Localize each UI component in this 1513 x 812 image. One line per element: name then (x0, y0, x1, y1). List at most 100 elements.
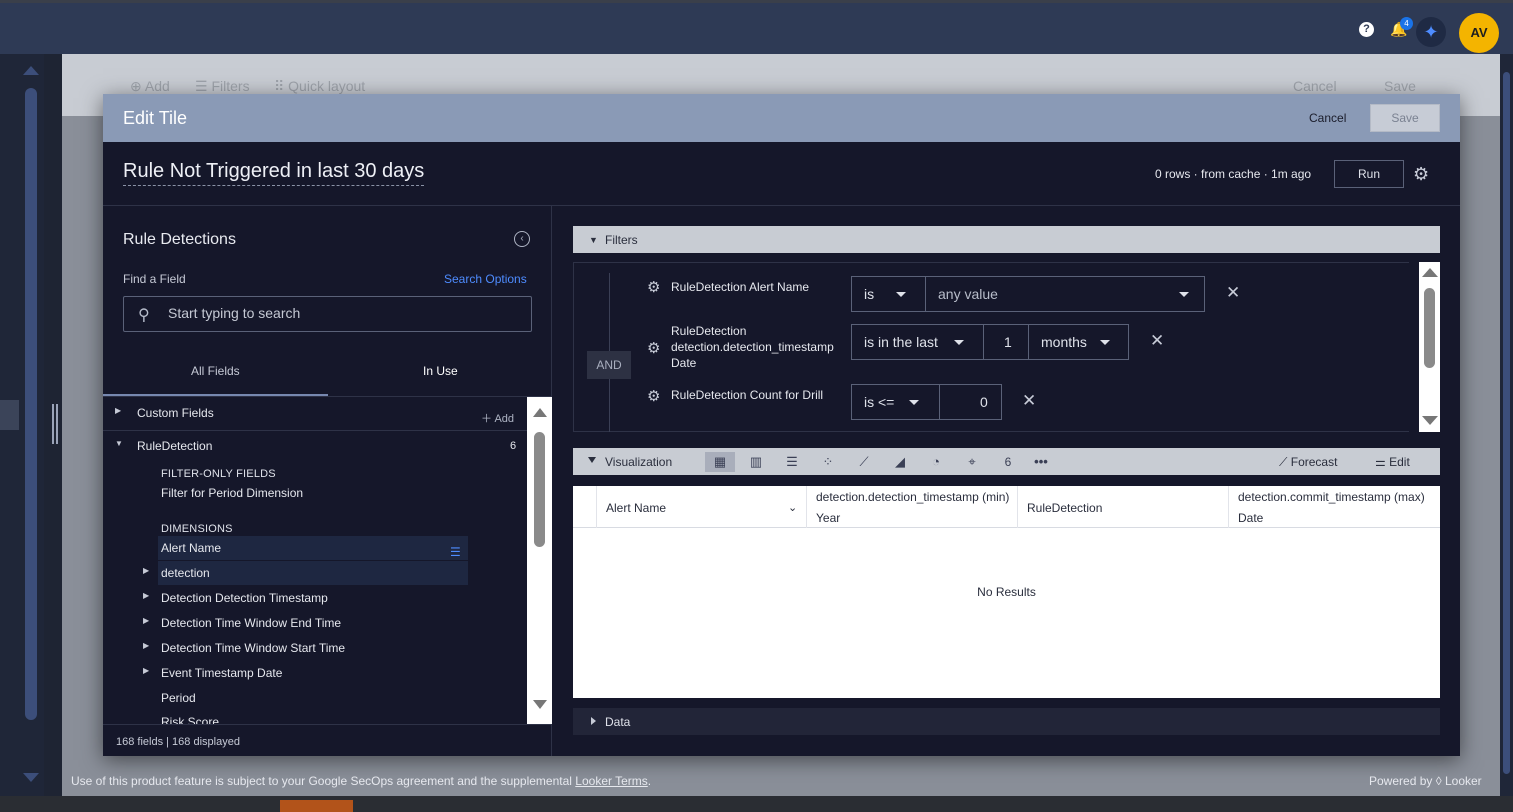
tab-in-use[interactable]: In Use (423, 364, 458, 378)
chevron-down-icon[interactable]: ⌄ (788, 501, 797, 514)
single-value-icon[interactable]: 6 (993, 452, 1023, 472)
scroll-up-arrow[interactable] (1422, 268, 1438, 277)
field-item[interactable]: ▶ Detection Time Window End Time (103, 611, 527, 635)
operator-select[interactable]: is in the last (851, 324, 984, 360)
run-button[interactable]: Run (1334, 160, 1404, 188)
scroll-down-arrow[interactable] (1422, 416, 1438, 425)
edit-visualization-button[interactable]: ⚌ Edit (1375, 455, 1410, 469)
column-header-commit-timestamp[interactable]: detection.commit_timestamp (max) Date (1228, 486, 1440, 528)
scatter-chart-icon[interactable]: ⁘ (813, 452, 843, 472)
amount-input[interactable]: 1 (983, 324, 1029, 360)
field-item[interactable]: ▶ Event Timestamp Date (103, 661, 527, 685)
gear-icon[interactable]: ⚙ (1413, 164, 1429, 185)
filters-scrollbar[interactable] (1419, 262, 1440, 432)
close-icon[interactable]: ✕ (1150, 331, 1164, 351)
scroll-up-arrow[interactable] (23, 66, 39, 75)
data-section-header[interactable]: Data (573, 708, 1440, 735)
forecast-button[interactable]: ⟋ Forecast (1279, 455, 1337, 470)
field-item[interactable]: Alert Name (103, 536, 527, 560)
looker-terms-link[interactable]: Looker Terms (575, 774, 647, 788)
resize-handle[interactable] (52, 404, 58, 444)
filters-section-header[interactable]: ▼ Filters (573, 226, 1440, 253)
gear-icon[interactable]: ⚙ (647, 278, 660, 296)
taskbar-strip (0, 796, 1513, 812)
help-icon[interactable]: ? (1359, 22, 1374, 37)
scroll-down-arrow[interactable] (23, 773, 39, 782)
and-operator[interactable]: AND (587, 351, 631, 379)
view-group-ruledetection[interactable]: ▼ RuleDetection 6 (103, 434, 527, 458)
close-icon[interactable]: ✕ (1022, 391, 1036, 411)
visualization-section-header[interactable]: Visualization ▦ ▥ ☰ ⁘ ⟋ ◢ ◔ ⌖ 6 ••• ⟋ Fo… (573, 448, 1440, 475)
close-icon[interactable]: ✕ (1226, 283, 1240, 303)
field-label: Period (161, 691, 196, 705)
filters-label: Filters (605, 233, 638, 247)
scroll-thumb[interactable] (1424, 288, 1435, 368)
value-input[interactable]: 0 (939, 384, 1002, 420)
search-input[interactable] (168, 305, 518, 321)
field-item[interactable]: ▶ Detection Time Window Start Time (103, 636, 527, 660)
field-item[interactable]: Filter for Period Dimension (103, 481, 527, 505)
bell-icon[interactable]: 🔔 4 (1390, 17, 1413, 39)
left-nav-selected-item[interactable] (0, 400, 19, 430)
table-icon[interactable]: ▦ (705, 452, 735, 472)
field-search: ⚲ (123, 296, 532, 332)
column-header-ruledetection[interactable]: RuleDetection (1017, 486, 1228, 528)
chevron-right-icon: ▶ (143, 591, 150, 600)
gear-icon[interactable]: ⚙ (647, 387, 660, 405)
field-item[interactable]: Risk Score (103, 710, 527, 724)
operator-select[interactable]: is (851, 276, 926, 312)
explore-title: Rule Detections (123, 231, 236, 248)
notification-badge: 4 (1400, 17, 1413, 30)
line-chart-icon[interactable]: ⟋ (849, 452, 879, 472)
dashboard-cancel-button[interactable]: Cancel (1293, 78, 1337, 94)
operator-select[interactable]: is <= (851, 384, 940, 420)
in-use-count: 6 (510, 440, 517, 452)
column-header-alert-name[interactable]: Alert Name ⌄ (596, 486, 806, 528)
pie-chart-icon[interactable]: ◔ (921, 452, 951, 472)
add-tile-button[interactable]: ⊕ Add (130, 78, 170, 95)
search-options-link[interactable]: Search Options (444, 272, 527, 286)
right-scroll-thumb[interactable] (1503, 72, 1510, 774)
avatar[interactable]: AV (1459, 13, 1499, 53)
unit-select[interactable]: months (1028, 324, 1129, 360)
tile-title-input[interactable]: Rule Not Triggered in last 30 days (123, 160, 425, 186)
more-icon[interactable]: ••• (1026, 452, 1056, 472)
gear-icon[interactable]: ⚙ (647, 339, 660, 357)
column-title: detection.detection_timestamp (min) (816, 490, 1010, 504)
collapse-icon[interactable]: ‹ (514, 231, 530, 247)
quick-layout-button[interactable]: ⠿ Quick layout (274, 78, 365, 95)
column-header-detection-timestamp[interactable]: detection.detection_timestamp (min) Year (806, 486, 1017, 528)
value-select[interactable]: any value (925, 276, 1205, 312)
filter-icon[interactable]: ☰ (450, 545, 461, 559)
add-custom-field-button[interactable]: ＋ Add (481, 410, 514, 426)
map-pin-icon[interactable]: ⌖ (957, 452, 987, 472)
scroll-up-arrow[interactable] (533, 408, 547, 417)
field-item[interactable]: ▶ Detection Detection Timestamp (103, 586, 527, 610)
bar-chart-icon[interactable]: ☰ (777, 452, 807, 472)
scroll-thumb[interactable] (534, 432, 545, 547)
save-button[interactable]: Save (1370, 104, 1440, 132)
edit-label: Edit (1389, 455, 1410, 469)
custom-fields-group[interactable]: ▶ Custom Fields ＋ Add (103, 401, 527, 425)
taskbar-item[interactable] (280, 800, 353, 812)
sparkle-icon[interactable]: ✦ (1416, 17, 1446, 47)
search-icon: ⚲ (138, 307, 150, 324)
field-tree-scrollbar[interactable] (527, 397, 552, 724)
chevron-down-icon: ▼ (115, 439, 123, 448)
area-chart-icon[interactable]: ◢ (885, 452, 915, 472)
dashboard-filters-button[interactable]: ☰ Filters (195, 78, 250, 95)
cancel-button[interactable]: Cancel (1309, 111, 1346, 125)
filter-name-line: detection.detection_timestamp (671, 340, 834, 354)
field-label: Detection Time Window Start Time (161, 641, 346, 655)
field-item[interactable]: Period (103, 686, 527, 710)
dashboard-save-button[interactable]: Save (1384, 78, 1416, 94)
field-label: Alert Name (161, 541, 222, 555)
field-item[interactable]: ▶ detection (103, 561, 527, 585)
results-table: Alert Name ⌄ detection.detection_timesta… (573, 486, 1440, 698)
scroll-down-arrow[interactable] (533, 700, 547, 709)
left-scrollbar[interactable] (25, 88, 37, 720)
section-heading: FILTER-ONLY FIELDS (161, 468, 276, 480)
column-chart-icon[interactable]: ▥ (741, 452, 771, 472)
tab-all-fields[interactable]: All Fields (191, 364, 240, 378)
data-label: Data (605, 715, 631, 729)
